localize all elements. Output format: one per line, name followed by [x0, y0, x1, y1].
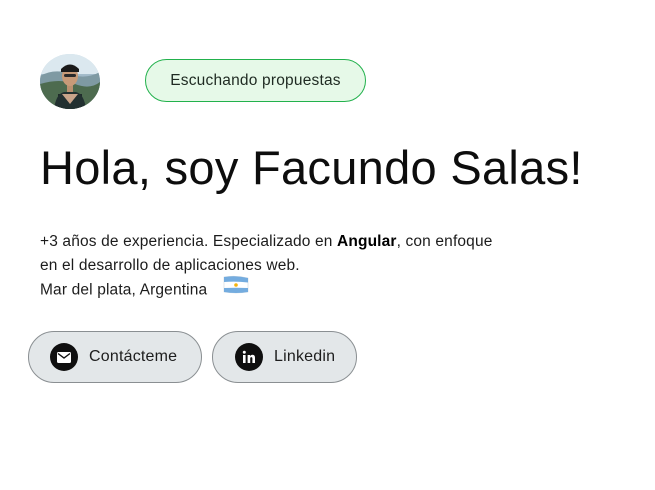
mail-icon [50, 343, 78, 371]
avatar [40, 54, 100, 109]
bio-line-1-end: , con enfoque [396, 233, 493, 250]
location-text: Mar del plata, Argentina [40, 281, 208, 299]
linkedin-button[interactable]: Linkedin [212, 331, 357, 383]
status-badge: Escuchando propuestas [145, 59, 366, 102]
bio: +3 años de experiencia. Especializado en… [40, 230, 492, 303]
bio-line-2: en el desarrollo de aplicaciones web. [40, 257, 300, 274]
bio-highlight: Angular [336, 233, 397, 250]
argentina-flag-icon [223, 275, 249, 303]
page: Escuchando propuestas Hola, soy Facundo … [0, 0, 655, 490]
contact-button[interactable]: Contácteme [28, 331, 202, 383]
bio-line-1: +3 años de experiencia. Especializado en… [40, 230, 492, 254]
contact-button-label: Contácteme [89, 348, 178, 365]
bio-line-1-start: +3 años de experiencia. Especializado en [40, 233, 337, 250]
page-title: Hola, soy Facundo Salas! [40, 141, 583, 194]
status-text: Escuchando propuestas [170, 71, 341, 89]
linkedin-button-label: Linkedin [274, 348, 336, 365]
linkedin-icon [235, 343, 263, 371]
location-line: Mar del plata, Argentina [40, 275, 492, 303]
